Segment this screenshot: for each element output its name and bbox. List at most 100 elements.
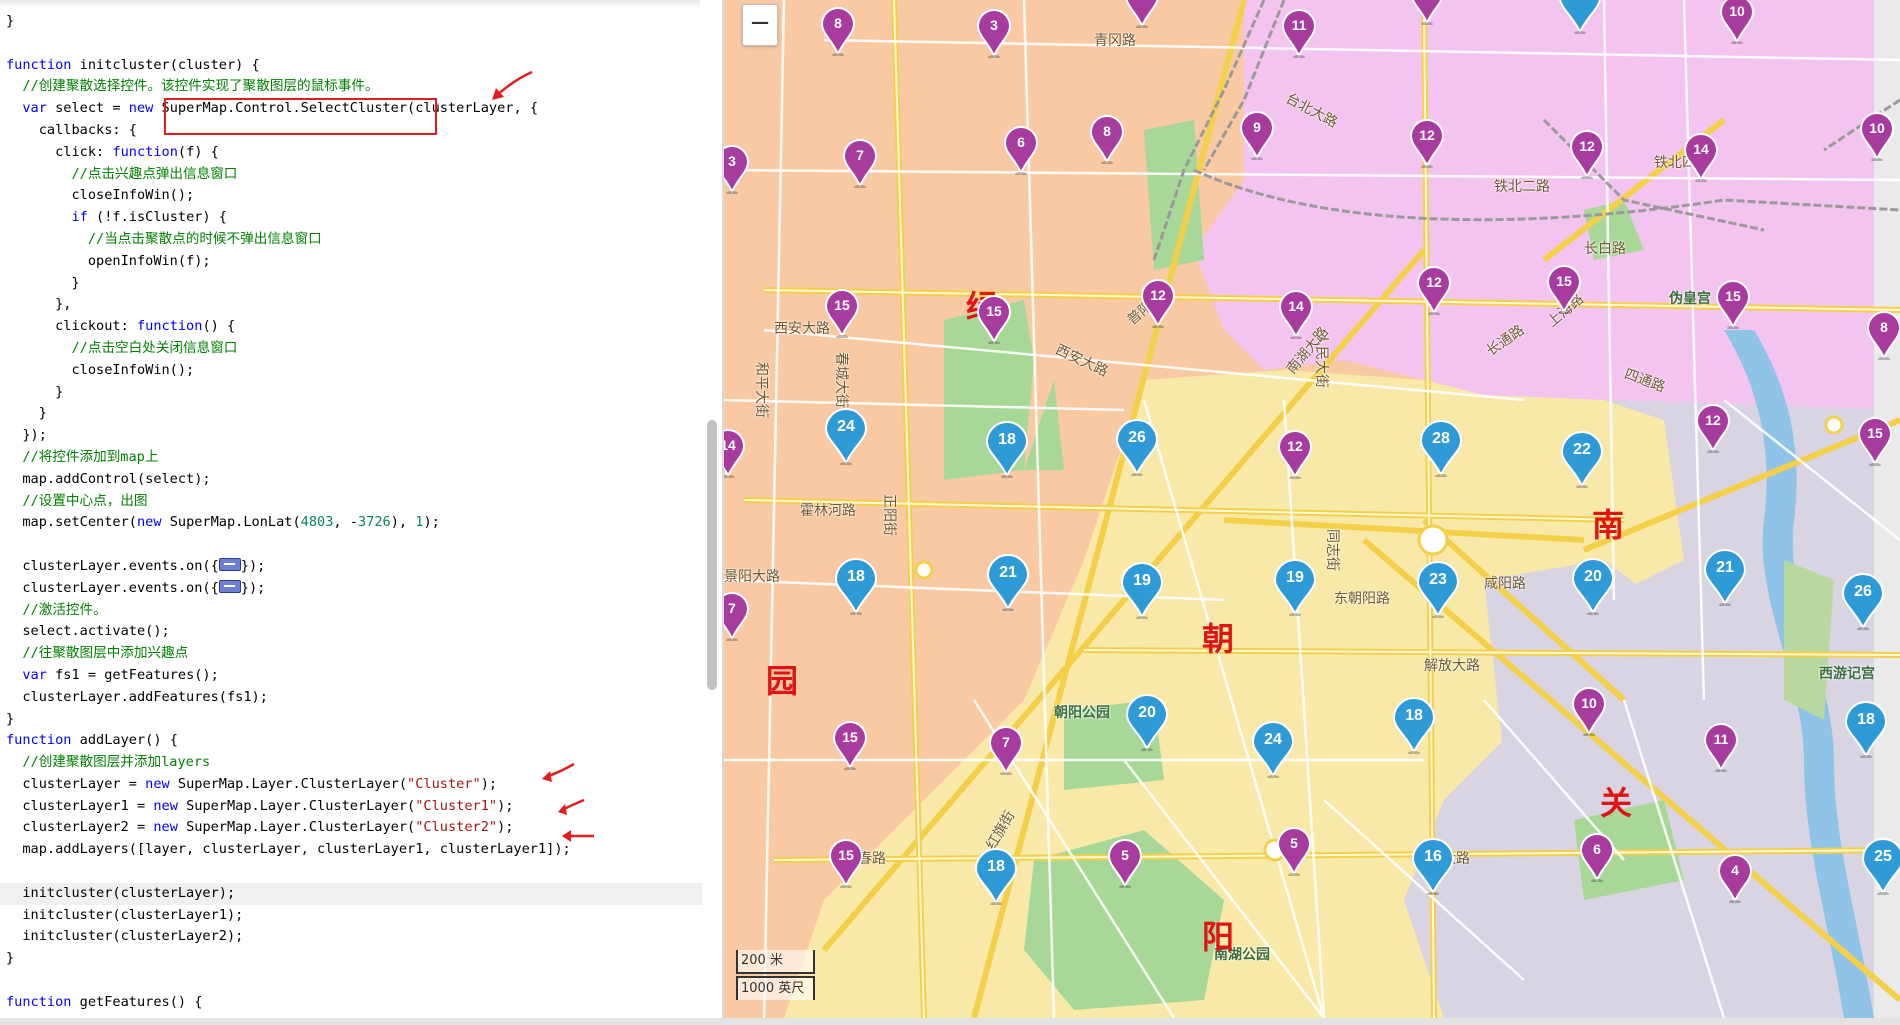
- code-line[interactable]: [6, 33, 702, 55]
- code-line[interactable]: clusterLayer.events.on({});: [6, 556, 702, 578]
- cluster-marker[interactable]: 10: [1571, 686, 1607, 736]
- cluster-marker[interactable]: 8: [1866, 310, 1900, 360]
- cluster-marker[interactable]: 12: [1277, 429, 1313, 479]
- cluster-marker[interactable]: 9: [1239, 110, 1275, 160]
- cluster-marker[interactable]: 14: [1683, 132, 1719, 182]
- cluster-marker[interactable]: 12: [1695, 403, 1731, 453]
- cluster-marker[interactable]: 5: [1276, 826, 1312, 876]
- cluster-marker[interactable]: 15: [1715, 279, 1751, 329]
- cluster-marker[interactable]: 14: [724, 428, 746, 478]
- cluster-marker[interactable]: 18: [834, 557, 878, 615]
- cluster-marker[interactable]: 26: [1841, 572, 1885, 630]
- cluster-marker[interactable]: 5: [1107, 838, 1143, 888]
- cluster-marker[interactable]: 12: [1409, 118, 1445, 168]
- code-line[interactable]: //点击空白处关闭信息窗口: [6, 338, 702, 360]
- code-line[interactable]: select.activate();: [6, 621, 702, 643]
- code-line[interactable]: //创建聚散图层并添加layers: [6, 752, 702, 774]
- code-line[interactable]: }: [6, 273, 702, 295]
- code-line[interactable]: });: [6, 425, 702, 447]
- code-line[interactable]: [6, 970, 702, 992]
- zoom-out-button[interactable]: −: [742, 4, 778, 46]
- code-line[interactable]: map.addLayers([layer, clusterLayer, clus…: [6, 839, 702, 861]
- cluster-marker[interactable]: 15: [828, 838, 864, 888]
- code-line[interactable]: var fs1 = getFeatures();: [6, 665, 702, 687]
- code-line[interactable]: [6, 534, 702, 556]
- map-view[interactable]: 青冈路 台北大路 铁北四路 铁北二路 长白路 西安大路 西安大路 普阳街 四通路 霍林河路 景阳大路…: [724, 0, 1900, 1018]
- code-line[interactable]: function getFeatures() {: [6, 992, 702, 1014]
- cluster-marker[interactable]: 16: [1411, 837, 1455, 895]
- code-line[interactable]: },: [6, 294, 702, 316]
- cluster-marker[interactable]: 19: [1120, 561, 1164, 619]
- code-line[interactable]: //设置中心点，出图: [6, 491, 702, 513]
- cluster-marker[interactable]: 18: [974, 847, 1018, 905]
- code-line[interactable]: openInfoWin(f);: [6, 251, 702, 273]
- cluster-marker[interactable]: 14: [1278, 289, 1314, 339]
- cluster-marker[interactable]: 8: [1089, 114, 1125, 164]
- code-line[interactable]: initcluster(clusterLayer);: [0, 882, 702, 905]
- cluster-marker[interactable]: 3: [976, 8, 1012, 58]
- code-line[interactable]: //激活控件。: [6, 600, 702, 622]
- cluster-marker[interactable]: 6: [1579, 832, 1615, 882]
- cluster-marker[interactable]: 16: [1558, 0, 1602, 34]
- code-line[interactable]: }: [6, 11, 702, 33]
- code-line[interactable]: }: [6, 382, 702, 404]
- code-line[interactable]: clickout: function() {: [6, 316, 702, 338]
- cluster-marker[interactable]: 14: [1409, 0, 1445, 25]
- code-line[interactable]: clusterLayer1 = new SuperMap.Layer.Clust…: [6, 796, 702, 818]
- folded-code-icon[interactable]: [218, 557, 241, 571]
- cluster-marker[interactable]: 8: [820, 6, 856, 56]
- code-line[interactable]: initcluster(clusterLayer1);: [6, 905, 702, 927]
- cluster-marker[interactable]: 20: [1125, 693, 1169, 751]
- cluster-marker[interactable]: 15: [824, 288, 860, 338]
- code-line[interactable]: //创建聚散选择控件。该控件实现了聚散图层的鼠标事件。: [6, 76, 702, 98]
- code-editor[interactable]: } function initcluster(cluster) { //创建聚散…: [0, 0, 723, 1018]
- cluster-marker[interactable]: 24: [1251, 720, 1295, 778]
- code-line[interactable]: closeInfoWin();: [6, 185, 702, 207]
- code-line[interactable]: clusterLayer.addFeatures(fs1);: [6, 687, 702, 709]
- cluster-marker[interactable]: 7: [724, 591, 750, 641]
- cluster-marker[interactable]: 11: [1124, 0, 1160, 28]
- editor-scrollbar-thumb[interactable]: [707, 420, 717, 690]
- cluster-marker[interactable]: 10: [1719, 0, 1755, 44]
- cluster-marker[interactable]: 28: [1419, 419, 1463, 477]
- cluster-marker[interactable]: 25: [1861, 837, 1900, 895]
- code-line[interactable]: closeInfoWin();: [6, 360, 702, 382]
- cluster-marker[interactable]: 7: [988, 725, 1024, 775]
- code-line[interactable]: //将控件添加到map上: [6, 447, 702, 469]
- code-line[interactable]: map.addControl(select);: [6, 469, 702, 491]
- cluster-marker[interactable]: 19: [1273, 558, 1317, 616]
- cluster-marker[interactable]: 3: [724, 144, 750, 194]
- cluster-marker[interactable]: 6: [1003, 125, 1039, 175]
- code-line[interactable]: //点击兴趣点弹出信息窗口: [6, 164, 702, 186]
- cluster-marker[interactable]: 21: [1703, 548, 1747, 606]
- cluster-marker[interactable]: 11: [1281, 8, 1317, 58]
- cluster-marker[interactable]: 12: [1416, 265, 1452, 315]
- code-line[interactable]: }: [6, 709, 702, 731]
- code-line[interactable]: map.setCenter(new SuperMap.LonLat(4803, …: [6, 512, 702, 534]
- cluster-marker[interactable]: 26: [1115, 418, 1159, 476]
- cluster-marker[interactable]: 18: [1844, 700, 1888, 758]
- cluster-marker[interactable]: 15: [1857, 416, 1893, 466]
- folded-code-icon[interactable]: [218, 579, 241, 593]
- cluster-marker[interactable]: 15: [832, 720, 868, 770]
- cluster-marker[interactable]: 23: [1416, 560, 1460, 618]
- cluster-marker[interactable]: 12: [1140, 278, 1176, 328]
- cluster-marker[interactable]: 15: [1546, 264, 1582, 314]
- cluster-marker[interactable]: 18: [985, 420, 1029, 478]
- cluster-marker[interactable]: 10: [1859, 111, 1895, 161]
- cluster-marker[interactable]: 24: [824, 407, 868, 465]
- code-line[interactable]: clusterLayer.events.on({});: [6, 578, 702, 600]
- code-line[interactable]: initcluster(clusterLayer2);: [6, 926, 702, 948]
- code-line[interactable]: clusterLayer2 = new SuperMap.Layer.Clust…: [6, 817, 702, 839]
- code-text[interactable]: } function initcluster(cluster) { //创建聚散…: [0, 11, 702, 1014]
- cluster-marker[interactable]: 7: [842, 138, 878, 188]
- cluster-marker[interactable]: 11: [1703, 722, 1739, 772]
- cluster-marker[interactable]: 12: [1569, 129, 1605, 179]
- code-line[interactable]: clusterLayer = new SuperMap.Layer.Cluste…: [6, 774, 702, 796]
- code-line[interactable]: function initcluster(cluster) {: [6, 55, 702, 77]
- code-line[interactable]: //往聚散图层中添加兴趣点: [6, 643, 702, 665]
- code-line[interactable]: }: [6, 948, 702, 970]
- code-line[interactable]: function addLayer() {: [6, 730, 702, 752]
- cluster-marker[interactable]: 15: [976, 294, 1012, 344]
- code-line[interactable]: if (!f.isCluster) {: [6, 207, 702, 229]
